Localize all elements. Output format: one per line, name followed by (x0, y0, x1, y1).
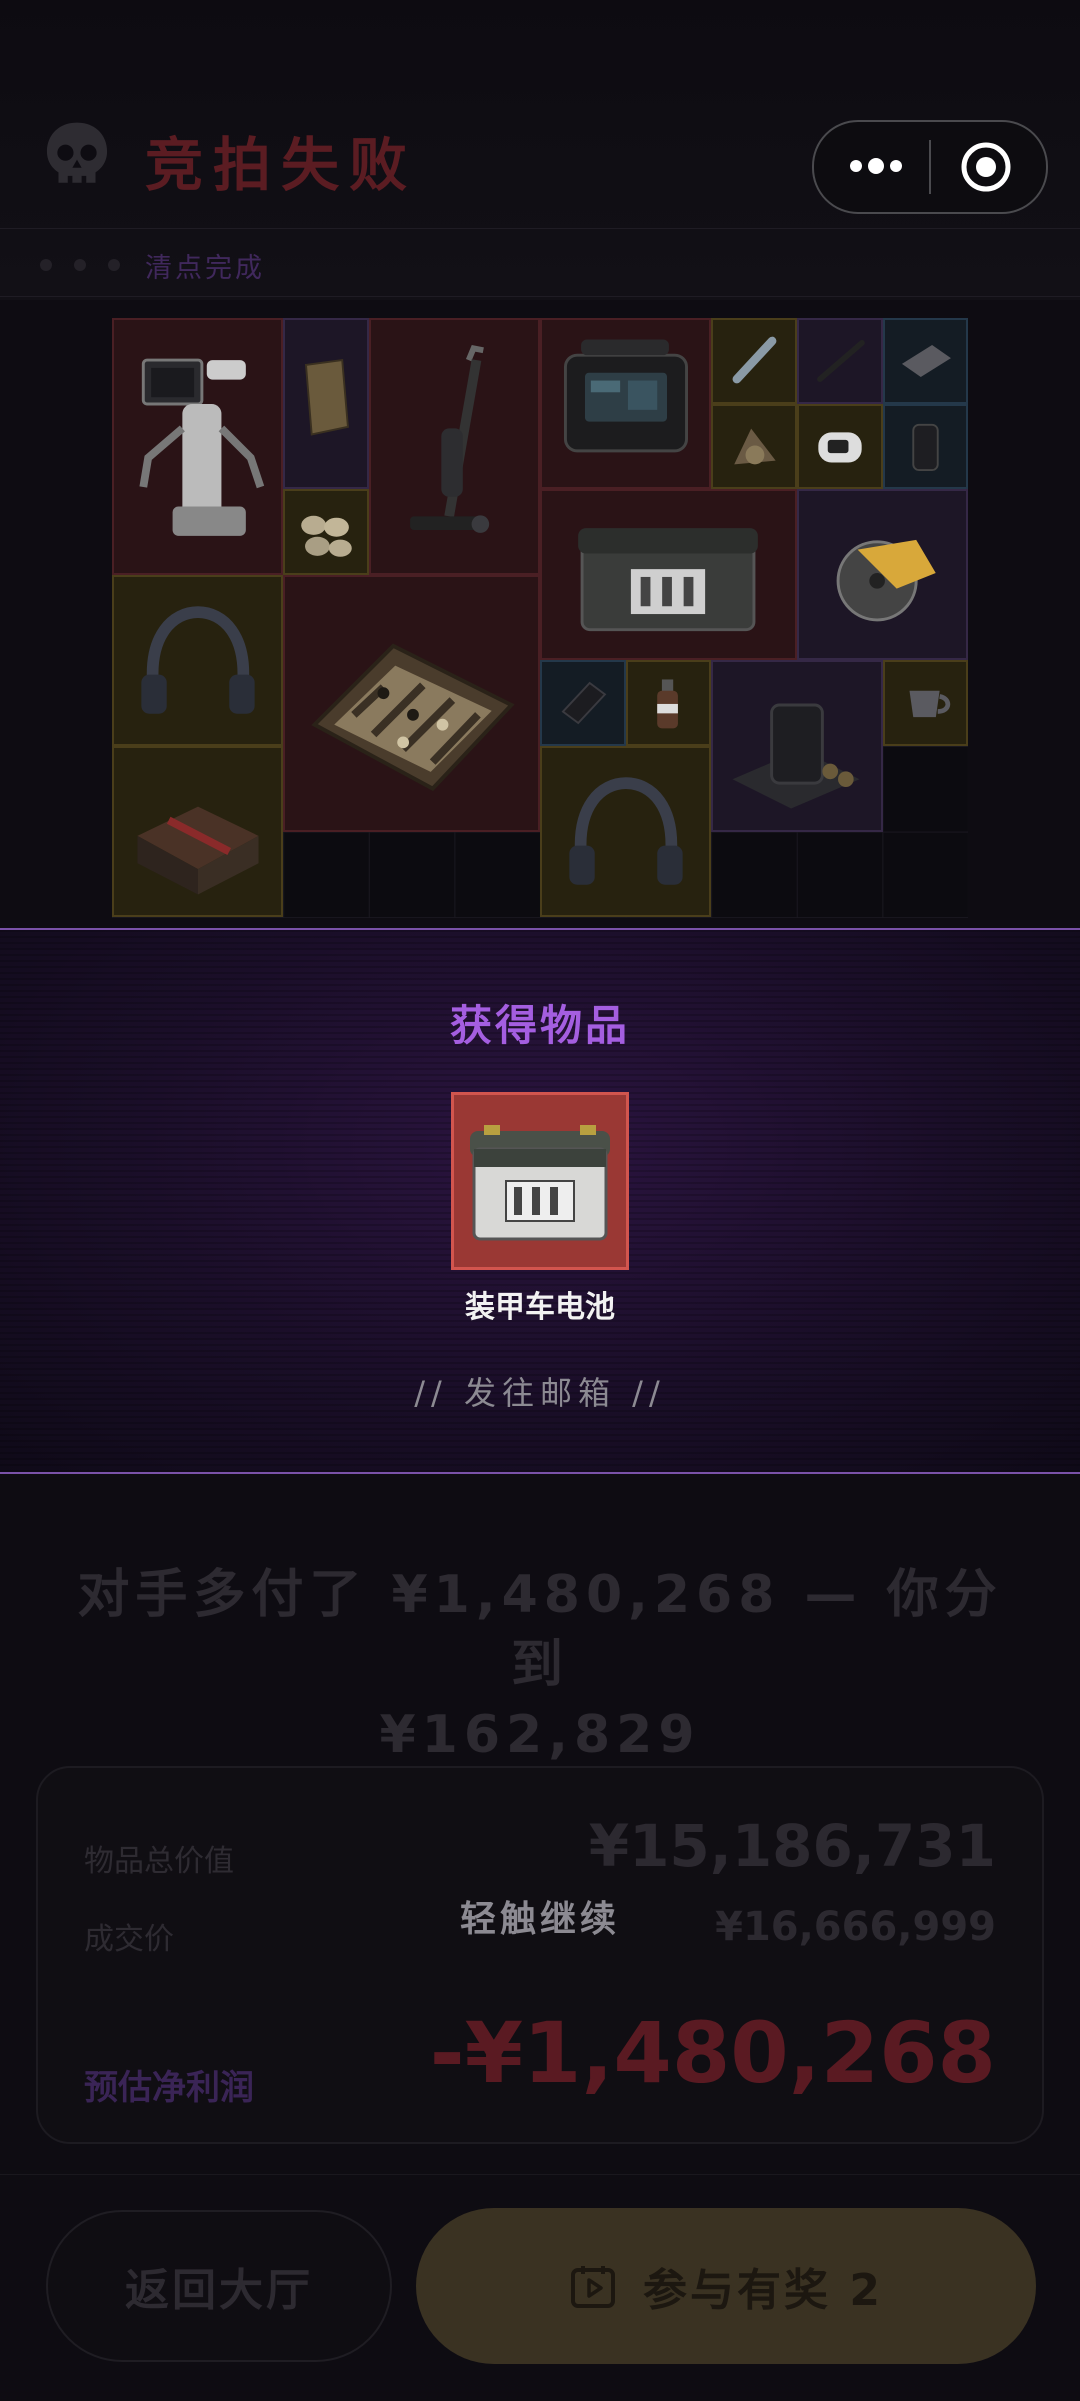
cup-icon (909, 690, 951, 718)
grid-item-circular-saw[interactable] (797, 489, 968, 660)
divider (0, 296, 1080, 297)
battery-box-icon (470, 1125, 610, 1241)
grid-item-headset[interactable] (540, 746, 711, 917)
reward-item-name: 装甲车电池 (465, 1290, 615, 1325)
grid-item-cup[interactable] (883, 660, 968, 746)
tap-to-continue[interactable]: 轻触继续 (38, 1890, 1042, 1942)
rubble-icon (734, 428, 776, 465)
total-value: ¥15,186,731 (588, 1812, 996, 1880)
scroll-icon (304, 359, 349, 436)
reward-item-card[interactable] (451, 1092, 629, 1270)
can-icon (912, 423, 939, 471)
grid-item-tube[interactable] (711, 318, 797, 404)
calendar-play-icon (571, 2266, 616, 2308)
grid-item-headset[interactable] (112, 575, 283, 746)
coffee-machine-icon (732, 703, 860, 809)
page-title: 竞拍失败 (145, 131, 418, 199)
grid-item-vacuum[interactable] (369, 318, 540, 575)
join-reward-label: 参与有奖 2 (643, 2265, 883, 2316)
progress-dots (40, 255, 130, 275)
grid-item-ammo-box[interactable] (540, 489, 797, 660)
grid-item-drink-can[interactable] (883, 404, 968, 489)
grid-item-pen[interactable] (797, 318, 883, 404)
total-value-label: 物品总价值 (84, 1844, 234, 1879)
back-to-lobby-button[interactable]: 返回大厅 (46, 2210, 392, 2362)
summary-text: 对手多付了 ¥1,480,268 — 你分到 ¥162,829 (60, 1560, 1020, 1770)
ammo-box-icon (578, 528, 758, 632)
mail-note: // 发往邮箱 // (414, 1374, 666, 1412)
oximeter-icon (818, 432, 862, 463)
target-circle-icon[interactable] (959, 140, 1013, 194)
grid-item-phone[interactable] (540, 660, 626, 746)
grid-item-bottle[interactable] (626, 660, 711, 746)
grid-item-coffee-machine[interactable] (711, 660, 883, 832)
more-dots-icon[interactable] (846, 151, 906, 181)
grid-item-oximeter[interactable] (797, 404, 883, 489)
chessboard-icon (311, 643, 515, 792)
grid-item-map-scroll[interactable] (283, 318, 369, 489)
tube-icon (732, 336, 777, 384)
headset-icon (141, 606, 255, 714)
grid-item-rubble[interactable] (711, 404, 797, 489)
summary-line-1: 对手多付了 ¥1,480,268 — 你分到 (77, 1565, 1003, 1695)
grid-item-robot[interactable] (112, 318, 283, 575)
skull-icon (46, 122, 108, 183)
headset-icon (569, 777, 683, 885)
power-station-icon (563, 339, 689, 453)
dot (108, 259, 120, 271)
back-to-lobby-label: 返回大厅 (125, 2265, 313, 2316)
dot (40, 259, 52, 271)
vacuum-icon (410, 345, 490, 533)
grid-item-nuts[interactable] (283, 489, 369, 575)
settlement-card[interactable]: 物品总价值 ¥15,186,731 成交价 ¥16,666,999 轻触继续 预… (36, 1766, 1044, 2144)
reward-title: 获得物品 (449, 1001, 630, 1050)
saw-icon (836, 539, 936, 622)
inventory-grid (112, 318, 968, 918)
nuts-icon (301, 515, 352, 557)
divider (0, 2174, 1080, 2175)
grid-item-chessboard[interactable] (283, 575, 540, 832)
bottle-icon (657, 679, 678, 729)
mini-program-capsule (812, 120, 1048, 214)
supply-crate-icon (137, 806, 259, 895)
join-reward-button[interactable]: 参与有奖 2 (416, 2208, 1036, 2364)
grid-item-tablet[interactable] (883, 318, 968, 404)
divider (0, 228, 1080, 229)
summary-line-2: ¥162,829 (379, 1705, 701, 1765)
reward-panel: 获得物品 装甲车电池 // 发往邮箱 // (0, 928, 1080, 1474)
robot-icon (139, 358, 265, 536)
profit-label: 预估净利润 (84, 2068, 254, 2108)
capsule-divider (929, 140, 931, 194)
profit-value: -¥1,480,268 (429, 2004, 996, 2102)
grid-item-supply-crate[interactable] (112, 746, 283, 917)
status-text: 清点完成 (145, 253, 265, 284)
tablet-icon (901, 344, 951, 378)
pen-icon (817, 340, 865, 382)
phone-icon (561, 681, 607, 725)
grid-item-power-station[interactable] (540, 318, 711, 489)
dot (74, 259, 86, 271)
